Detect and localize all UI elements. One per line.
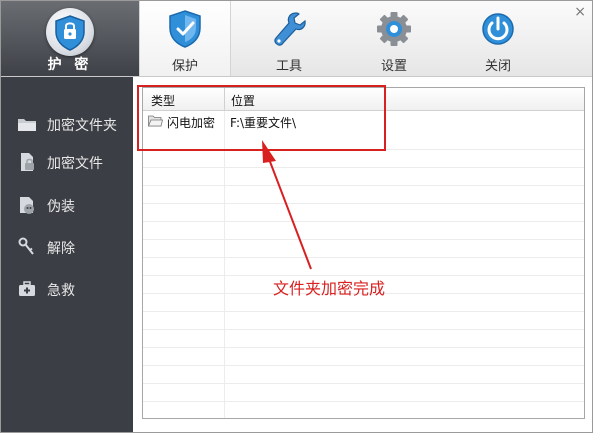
sidebar-item-label: 加密文件夹 <box>47 118 117 134</box>
gear-icon <box>375 9 413 49</box>
tab-protect-label: 保护 <box>171 59 198 74</box>
sidebar-item-remove[interactable]: 解除 <box>1 232 133 262</box>
mask-icon <box>17 195 37 215</box>
first-aid-kit-icon <box>17 279 37 299</box>
top-toolbar: 护 密 保护 工具 设置 关闭 × <box>1 1 592 77</box>
sidebar-item-disguise[interactable]: 伪装 <box>1 190 133 220</box>
tab-tools[interactable]: 工具 <box>244 1 334 76</box>
lock-shield-logo-icon <box>46 8 94 56</box>
tab-tools-label: 工具 <box>275 59 302 74</box>
sidebar-item-label: 解除 <box>47 241 75 257</box>
tab-close[interactable]: 关闭 <box>453 1 543 76</box>
sidebar-item-label: 急救 <box>47 283 75 299</box>
logo-text: 护 密 <box>47 57 93 73</box>
tab-close-label: 关闭 <box>484 59 511 74</box>
empty-table-row <box>143 185 584 204</box>
empty-table-row <box>143 347 584 366</box>
power-icon <box>479 9 517 49</box>
tab-settings[interactable]: 设置 <box>349 1 439 76</box>
empty-table-row <box>143 383 584 402</box>
tab-protect[interactable]: 保护 <box>139 1 231 76</box>
document-icon <box>17 152 37 172</box>
sidebar-item-encrypt-file[interactable]: 加密文件 <box>1 147 133 177</box>
empty-table-row <box>143 203 584 222</box>
empty-table-row <box>143 365 584 384</box>
empty-table-row <box>143 239 584 258</box>
sidebar-item-label: 伪装 <box>47 199 75 215</box>
empty-table-row <box>143 149 584 168</box>
empty-table-row <box>143 311 584 330</box>
annotation-text: 文件夹加密完成 <box>273 279 386 298</box>
empty-table-row <box>143 257 584 276</box>
empty-table-row <box>143 329 584 348</box>
sidebar-item-label: 加密文件 <box>47 156 103 172</box>
key-icon <box>17 237 37 257</box>
sidebar-item-encrypt-folder[interactable]: 加密文件夹 <box>1 109 133 139</box>
empty-table-row <box>143 221 584 240</box>
wrench-icon <box>270 9 308 49</box>
empty-table-row <box>143 167 584 186</box>
sidebar: 加密文件夹 加密文件 伪装 解除 急救 <box>1 77 133 432</box>
app-logo: 护 密 <box>1 1 139 76</box>
folder-icon <box>17 114 37 134</box>
highlight-box <box>137 85 386 151</box>
tab-settings-label: 设置 <box>380 59 407 74</box>
empty-table-row <box>143 401 584 418</box>
window-close-button[interactable]: × <box>574 4 586 20</box>
app-window: 护 密 保护 工具 设置 关闭 × 加密文件夹 加密文件 伪装 解除 急救 类型… <box>0 0 593 433</box>
sidebar-item-first-aid[interactable]: 急救 <box>1 274 133 304</box>
shield-check-icon <box>166 9 204 49</box>
